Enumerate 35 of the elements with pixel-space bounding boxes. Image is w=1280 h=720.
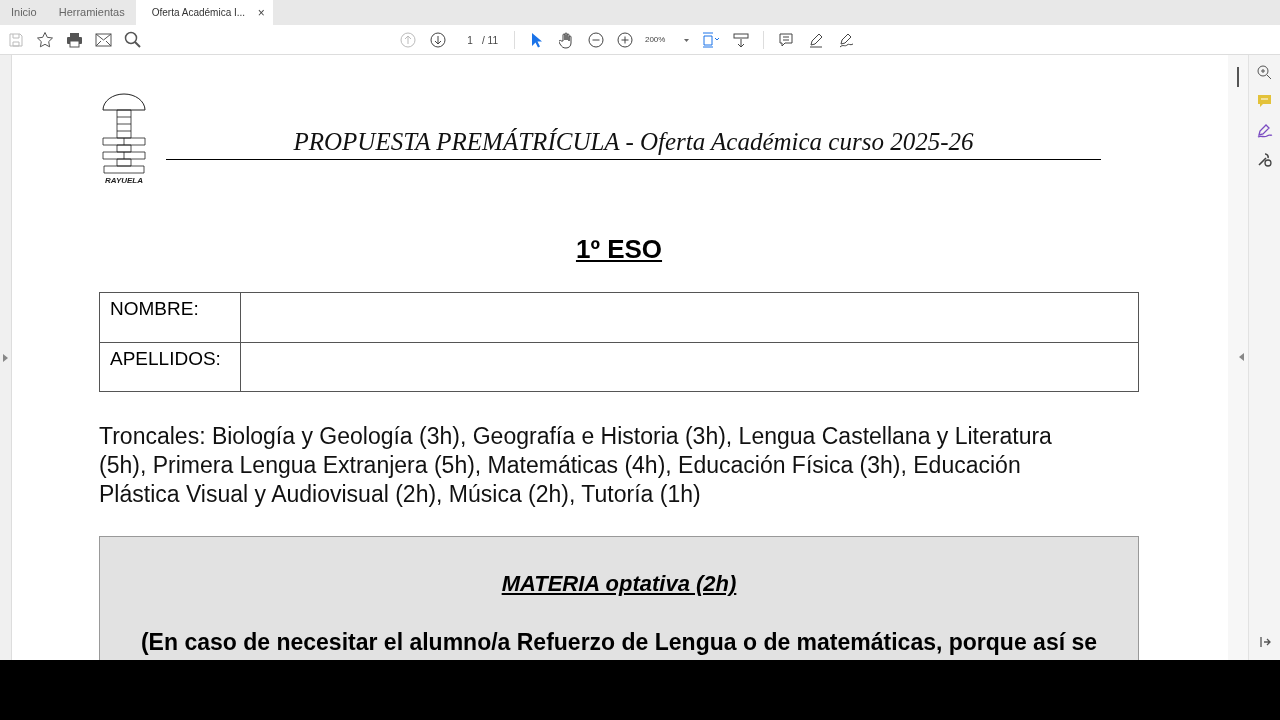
search-icon[interactable] [124,31,141,48]
pointer-icon[interactable] [530,32,543,48]
pen-icon[interactable] [1256,123,1273,138]
comment-icon[interactable] [777,32,794,48]
optativa-heading: MATERIA optativa (2h) [501,570,737,598]
tab[interactable]: Oferta Académica I... [135,0,256,25]
zoom-out-icon[interactable] [587,32,604,48]
page-number-field[interactable]: 1 [460,32,480,48]
tools-icon[interactable] [1257,152,1272,167]
collapse-panel-icon[interactable] [1259,636,1271,648]
optativa-note: (En caso de necesitar el alumno/a Refuerzo de Lengua o de matemáticas, porque así se [140,628,1098,656]
scrollbar-thumb[interactable] [1237,67,1239,87]
expand-left-icon[interactable] [3,353,8,362]
header-title: PROPUESTA PREMÁTRÍCULA - Oferta Académica curso 2025-26 [293,127,974,157]
signature-icon[interactable] [837,32,856,48]
caret-icon[interactable] [683,38,689,42]
hand-icon[interactable] [558,31,575,49]
zoom-in-icon[interactable] [1257,65,1272,80]
scroll-mode-icon[interactable] [732,32,749,48]
form-label: NOMBRE: [100,293,241,342]
logo-caption: RAYUELA [104,177,144,185]
tab[interactable]: Inicio [0,0,48,25]
tab[interactable]: Herramientas [47,0,136,25]
star-icon[interactable] [36,30,54,49]
mail-icon[interactable] [95,32,112,47]
zoom-dropdown[interactable]: 200% [644,34,689,46]
page-total: / 11 [482,33,498,48]
form-label: APELLIDOS: [100,343,241,391]
document-heading: 1º ESO [575,233,663,266]
troncales-paragraph: Troncales: Biología y Geología (3h), Geografía e Historia (3h), Lengua Castellana y Literatura (5h), Primera Lengua Extranjera (5h), Matemáticas (4h), Educación Física (3h), Educación Plástica Visual y Audiovisual (2h), Música (2h), Tutoría (1h) [99,422,1053,509]
expand-right-icon[interactable] [1239,353,1244,361]
pen-icon[interactable] [807,32,824,48]
fit-page-icon[interactable] [700,32,721,48]
print-icon[interactable] [66,31,83,48]
zoom-in-icon[interactable] [616,32,633,48]
